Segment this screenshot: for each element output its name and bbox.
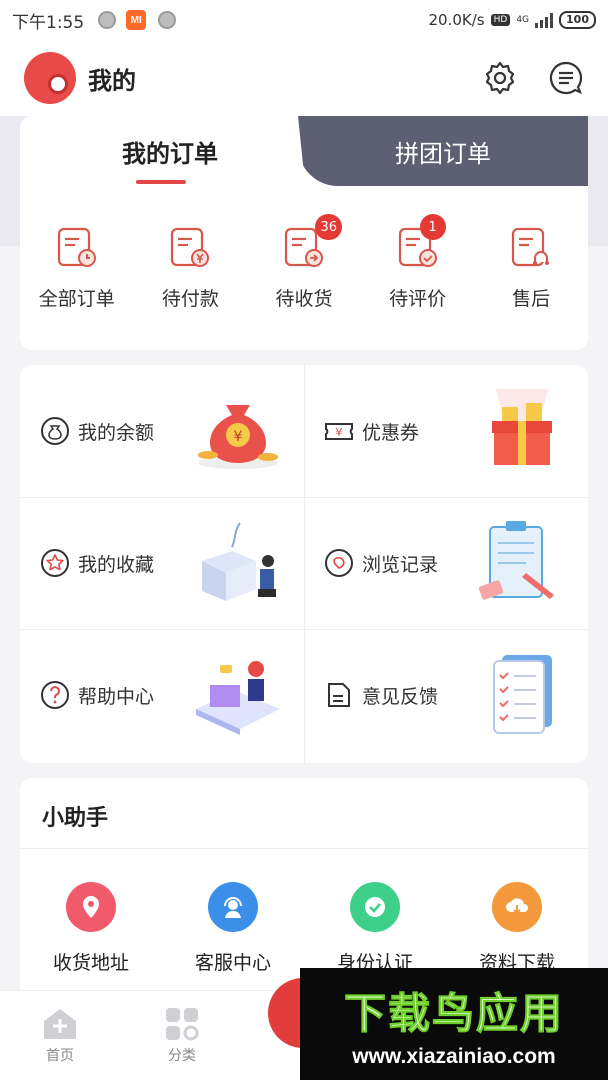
- order-pending-payment[interactable]: 待付款: [134, 226, 248, 311]
- order-all[interactable]: 全部订单: [20, 226, 134, 311]
- box-person-illustration: [202, 522, 276, 601]
- status-bar: 下午1:55 MI 20.0K/s HD 4G 100: [0, 0, 608, 40]
- order-pending-receipt[interactable]: 36 待收货: [247, 214, 361, 311]
- history-icon: [325, 549, 353, 577]
- identity-verify-item[interactable]: 身份认证: [304, 882, 446, 975]
- review-count-badge: 1: [419, 214, 446, 240]
- order-pending-review[interactable]: 1 待评价: [361, 214, 475, 311]
- coupon-icon: ¥: [325, 423, 353, 440]
- clock-order-icon: [55, 226, 99, 270]
- star-icon: [41, 549, 69, 577]
- nav-category[interactable]: 分类: [142, 1007, 222, 1065]
- address-label: 收货地址: [52, 952, 129, 974]
- nav-category-label: 分类: [168, 1048, 196, 1064]
- tab-group-orders[interactable]: 拼团订单: [298, 116, 588, 186]
- order-pending-receipt-label: 待收货: [275, 288, 333, 310]
- order-status-list: 全部订单 待付款 36 待收货 1 待评价 售后: [20, 214, 588, 311]
- watermark-url: www.xiazainiao.com: [352, 1044, 556, 1068]
- notification-dot-icon: [158, 11, 177, 29]
- order-pending-review-label: 待评价: [389, 288, 447, 310]
- clipboard-illustration: [478, 521, 554, 600]
- battery-icon: 100: [559, 11, 596, 29]
- order-all-label: 全部订单: [38, 288, 115, 310]
- orders-card: 我的订单 拼团订单 全部订单 待付款 36 待收货 1 待评价 售后: [20, 116, 588, 350]
- watermark-title: 下载鸟应用: [343, 988, 564, 1038]
- status-time: 下午1:55: [12, 12, 85, 33]
- balance-label: 我的余额: [78, 421, 155, 444]
- arrow-order-icon: 36: [282, 214, 342, 270]
- feedback-label: 意见反馈: [362, 685, 439, 708]
- verify-icon: [350, 882, 400, 932]
- download-icon: [492, 882, 542, 932]
- coupon-item[interactable]: ¥ 优惠券: [304, 365, 588, 497]
- hd-icon: HD: [490, 14, 511, 26]
- helper-title: 小助手: [42, 806, 109, 831]
- page-header: 我的: [0, 40, 608, 116]
- services-grid: 我的余额 ¥ ¥ 优惠券 我的收藏 浏览记录 帮助中心 意见反馈: [20, 365, 588, 763]
- nav-home-label: 首页: [46, 1048, 74, 1064]
- location-icon: [66, 882, 116, 932]
- divider: [20, 848, 588, 849]
- svg-text:¥: ¥: [336, 426, 343, 439]
- money-bag-illustration: ¥: [198, 405, 278, 469]
- help-center-item[interactable]: 帮助中心: [20, 629, 304, 761]
- mi-app-icon: MI: [126, 10, 147, 30]
- helper-card: 小助手 收货地址 客服中心 身份认证 资料下载: [20, 778, 588, 998]
- message-icon[interactable]: [548, 60, 584, 96]
- balance-item[interactable]: 我的余额 ¥: [20, 365, 304, 497]
- tab-my-orders[interactable]: 我的订单: [20, 116, 320, 186]
- customer-service-label: 客服中心: [194, 952, 271, 974]
- headset-order-icon: [509, 226, 553, 270]
- order-tabs: 我的订单 拼团订单: [20, 116, 588, 186]
- tab-active-indicator: [136, 180, 186, 184]
- tab-group-orders-label: 拼团订单: [395, 139, 491, 168]
- feedback-icon: [328, 683, 350, 707]
- watermark: 下载鸟应用 www.xiazainiao.com: [300, 968, 608, 1080]
- favorites-item[interactable]: 我的收藏: [20, 497, 304, 629]
- help-center-label: 帮助中心: [78, 685, 155, 708]
- check-order-icon: 1: [396, 214, 446, 270]
- status-right: 20.0K/s HD 4G 100: [429, 11, 596, 29]
- customer-service-item[interactable]: 客服中心: [162, 882, 304, 975]
- order-after-sales-label: 售后: [512, 288, 551, 310]
- avatar[interactable]: [24, 52, 76, 104]
- svg-text:¥: ¥: [234, 429, 243, 445]
- address-item[interactable]: 收货地址: [20, 882, 162, 975]
- coupon-label: 优惠券: [362, 421, 420, 444]
- question-icon: [41, 681, 69, 709]
- receipt-count-badge: 36: [315, 214, 342, 240]
- order-after-sales[interactable]: 售后: [474, 226, 588, 311]
- yen-order-icon: [168, 226, 212, 270]
- favorites-label: 我的收藏: [78, 553, 155, 576]
- gear-icon[interactable]: [482, 60, 518, 96]
- tab-my-orders-label: 我的订单: [122, 139, 218, 168]
- history-label: 浏览记录: [362, 553, 439, 576]
- history-item[interactable]: 浏览记录: [304, 497, 588, 629]
- money-bag-icon: [41, 417, 69, 445]
- checklist-illustration: [493, 655, 552, 734]
- support-agent-illustration: [196, 661, 280, 735]
- network-type: 4G: [516, 15, 530, 25]
- support-icon: [208, 882, 258, 932]
- page-title: 我的: [88, 66, 136, 95]
- feedback-item[interactable]: 意见反馈: [304, 629, 588, 761]
- nav-home[interactable]: 首页: [20, 1007, 100, 1065]
- notification-dot-icon: [98, 11, 117, 29]
- signal-icon: [535, 12, 554, 28]
- home-icon: [44, 1009, 76, 1039]
- category-icon: [166, 1008, 199, 1041]
- download-item[interactable]: 资料下载: [446, 882, 588, 975]
- helper-list: 收货地址 客服中心 身份认证 资料下载: [20, 882, 588, 975]
- network-speed: 20.0K/s: [428, 11, 485, 29]
- gift-box-illustration: [492, 389, 552, 465]
- order-pending-payment-label: 待付款: [161, 288, 219, 310]
